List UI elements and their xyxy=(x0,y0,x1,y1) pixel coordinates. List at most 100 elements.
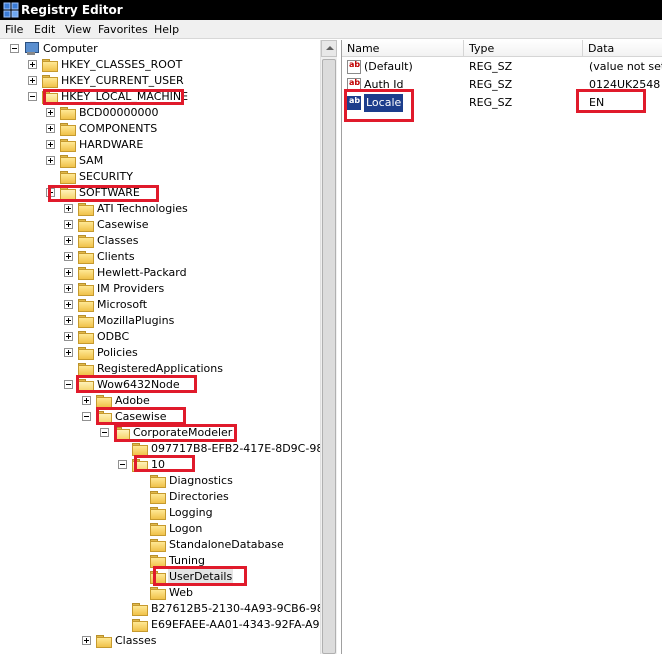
tree-item[interactable]: HKEY_LOCAL_MACHINE xyxy=(60,89,189,105)
expand-icon[interactable] xyxy=(64,348,73,357)
collapse-icon[interactable] xyxy=(46,188,55,197)
tree-item[interactable]: E69EFAEE-AA01-4343-92FA-A9E xyxy=(150,617,327,633)
folder-icon xyxy=(59,106,76,120)
menu-help[interactable]: Help xyxy=(154,22,179,37)
tree-item[interactable]: SAM xyxy=(78,153,104,169)
tree-item-label: IM Providers xyxy=(97,282,165,295)
tree-item-label: Web xyxy=(169,586,193,599)
tree-item[interactable]: RegisteredApplications xyxy=(96,361,224,377)
tree-item[interactable]: 097717B8-EFB2-417E-8D9C-98D3 xyxy=(150,441,336,457)
tree-item[interactable]: Tuning xyxy=(168,553,206,569)
tree-item[interactable]: BCD00000000 xyxy=(78,105,160,121)
tree-item[interactable]: HKEY_CURRENT_USER xyxy=(60,73,185,89)
key-tree[interactable]: Computer HKEY_CLASSES_ROOT HKEY_CURRENT_US… xyxy=(0,40,337,654)
expand-icon[interactable] xyxy=(64,252,73,261)
menu-favorites[interactable]: Favorites xyxy=(98,22,148,37)
tree-item-label: B27612B5-2130-4A93-9CB6-98B2 xyxy=(151,602,337,615)
tree-item-label: Casewise xyxy=(97,218,149,231)
tree-item-label: Casewise xyxy=(115,410,167,423)
column-type[interactable]: Type xyxy=(464,40,583,57)
folder-icon xyxy=(77,378,94,392)
collapse-icon[interactable] xyxy=(28,92,37,101)
tree-item[interactable]: SOFTWARE xyxy=(78,185,141,201)
menu-view[interactable]: View xyxy=(65,22,91,37)
expand-icon[interactable] xyxy=(82,636,91,645)
tree-item-label: CorporateModeler xyxy=(133,426,233,439)
folder-icon xyxy=(95,634,112,648)
expand-icon[interactable] xyxy=(64,220,73,229)
expand-icon[interactable] xyxy=(64,284,73,293)
column-name[interactable]: Name xyxy=(342,40,464,57)
tree-item-label: ODBC xyxy=(97,330,130,343)
expand-icon[interactable] xyxy=(64,204,73,213)
value-list[interactable]: Name Type Data ab (Default) REG_SZ (value n… xyxy=(341,40,662,654)
tree-item[interactable]: ATI Technologies xyxy=(96,201,189,217)
expand-icon[interactable] xyxy=(64,316,73,325)
tree-item[interactable]: StandaloneDatabase xyxy=(168,537,285,553)
expand-icon[interactable] xyxy=(46,108,55,117)
tree-scrollbar[interactable] xyxy=(320,40,337,654)
tree-item[interactable]: Microsoft xyxy=(96,297,148,313)
tree-item[interactable]: Directories xyxy=(168,489,230,505)
tree-item[interactable]: Classes xyxy=(114,633,157,649)
collapse-icon[interactable] xyxy=(100,428,109,437)
tree-item-label: SOFTWARE xyxy=(79,186,140,199)
tree-item[interactable]: Wow6432Node xyxy=(96,377,181,393)
tree-item-label: Logging xyxy=(169,506,213,519)
tree-item[interactable]: Adobe xyxy=(114,393,151,409)
expand-icon[interactable] xyxy=(64,236,73,245)
tree-item[interactable]: B27612B5-2130-4A93-9CB6-98B2 xyxy=(150,601,337,617)
tree-item[interactable]: Policies xyxy=(96,345,139,361)
folder-icon xyxy=(149,586,166,600)
tree-item[interactable]: Hewlett-Packard xyxy=(96,265,188,281)
tree-item[interactable]: Computer xyxy=(42,41,99,57)
scroll-up-icon[interactable] xyxy=(321,40,337,57)
tree-item[interactable]: Web xyxy=(168,585,194,601)
menu-bar: File Edit View Favorites Help xyxy=(0,20,662,39)
collapse-icon[interactable] xyxy=(118,460,127,469)
folder-icon xyxy=(77,234,94,248)
title-bar: Registry Editor xyxy=(0,0,662,20)
tree-item[interactable]: Clients xyxy=(96,249,136,265)
scroll-thumb[interactable] xyxy=(322,59,336,654)
tree-item[interactable]: UserDetails xyxy=(168,569,234,585)
folder-icon xyxy=(149,570,166,584)
collapse-icon[interactable] xyxy=(10,44,19,53)
tree-item[interactable]: Casewise xyxy=(96,217,149,233)
menu-edit[interactable]: Edit xyxy=(34,22,55,37)
folder-icon xyxy=(59,186,76,200)
tree-item-label: HARDWARE xyxy=(79,138,144,151)
expand-icon[interactable] xyxy=(46,156,55,165)
tree-item[interactable]: HARDWARE xyxy=(78,137,144,153)
expand-icon[interactable] xyxy=(64,300,73,309)
collapse-icon[interactable] xyxy=(82,412,91,421)
value-row[interactable]: ab Auth Id REG_SZ 0124UK2548 xyxy=(342,76,662,94)
expand-icon[interactable] xyxy=(28,76,37,85)
tree-item[interactable]: MozillaPlugins xyxy=(96,313,175,329)
value-row[interactable]: ab Locale REG_SZ EN xyxy=(342,94,662,112)
tree-item[interactable]: CorporateModeler xyxy=(132,425,233,441)
tree-item[interactable]: SECURITY xyxy=(78,169,134,185)
tree-item[interactable]: 10 xyxy=(150,457,166,473)
expand-icon[interactable] xyxy=(46,140,55,149)
tree-item[interactable]: Classes xyxy=(96,233,139,249)
expand-icon[interactable] xyxy=(64,268,73,277)
tree-item[interactable]: Casewise xyxy=(114,409,167,425)
expand-icon[interactable] xyxy=(46,124,55,133)
expand-icon[interactable] xyxy=(82,396,91,405)
tree-item[interactable]: Logging xyxy=(168,505,214,521)
column-data[interactable]: Data xyxy=(583,40,662,57)
tree-item[interactable]: COMPONENTS xyxy=(78,121,158,137)
folder-icon xyxy=(77,330,94,344)
tree-item[interactable]: Logon xyxy=(168,521,203,537)
expand-icon[interactable] xyxy=(28,60,37,69)
value-row[interactable]: ab (Default) REG_SZ (value not set) xyxy=(342,58,662,76)
folder-icon xyxy=(149,490,166,504)
tree-item[interactable]: IM Providers xyxy=(96,281,165,297)
expand-icon[interactable] xyxy=(64,332,73,341)
menu-file[interactable]: File xyxy=(5,22,23,37)
tree-item[interactable]: Diagnostics xyxy=(168,473,234,489)
tree-item[interactable]: HKEY_CLASSES_ROOT xyxy=(60,57,183,73)
collapse-icon[interactable] xyxy=(64,380,73,389)
tree-item[interactable]: ODBC xyxy=(96,329,130,345)
